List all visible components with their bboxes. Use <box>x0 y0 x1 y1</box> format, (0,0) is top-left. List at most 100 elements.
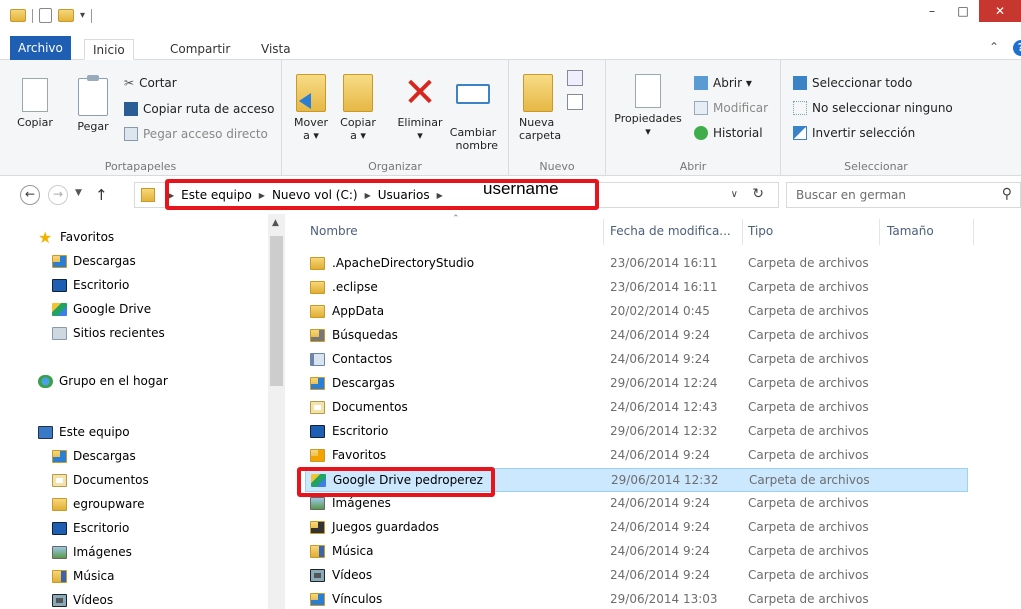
nav-item-videos[interactable]: Vídeos <box>52 593 113 607</box>
navpane-scrollbar[interactable]: ▲ <box>268 214 285 609</box>
minimize-button[interactable]: – <box>917 0 947 22</box>
column-header-fecha[interactable]: Fecha de modifica... <box>610 224 731 238</box>
copy-to-button[interactable]: Copiar a ▾ <box>336 74 380 142</box>
new-item-icon[interactable] <box>567 70 583 86</box>
nav-item-escritorio[interactable]: Escritorio <box>52 278 129 292</box>
file-row[interactable]: Descargas 29/06/2014 12:24 Carpeta de arch… <box>305 372 968 396</box>
fav-folder-icon <box>310 449 325 462</box>
rename-button[interactable]: Cambiar nombre <box>448 74 498 152</box>
search-box[interactable]: Buscar en german ⚲ <box>786 182 1021 208</box>
tab-inicio[interactable]: Inicio <box>84 39 134 60</box>
scrollbar-thumb[interactable] <box>270 236 283 386</box>
column-divider[interactable] <box>973 219 974 245</box>
column-header-tipo[interactable]: Tipo <box>748 224 773 238</box>
file-row[interactable]: Vínculos 29/06/2014 13:03 Carpeta de archi… <box>305 588 968 609</box>
open-button[interactable]: Abrir ▾ <box>694 76 752 90</box>
back-button[interactable]: ← <box>20 185 40 205</box>
paste-button[interactable]: Pegar <box>74 75 112 133</box>
ribbon-tabs: Archivo Inicio Compartir Vista ⌃ ? <box>0 36 1021 60</box>
column-divider[interactable] <box>603 219 604 245</box>
file-row[interactable]: Imágenes 24/06/2014 9:24 Carpeta de archiv… <box>305 492 968 516</box>
file-row[interactable]: Escritorio 29/06/2014 12:32 Carpeta de arc… <box>305 420 968 444</box>
paste-shortcut-label: Pegar acceso directo <box>143 127 268 141</box>
close-button[interactable]: ✕ <box>979 0 1021 22</box>
nav-item-descargas[interactable]: Descargas <box>52 254 136 268</box>
address-dropdown-icon[interactable]: ∨ <box>731 189 738 200</box>
nav-este-equipo[interactable]: Este equipo <box>38 425 130 439</box>
crumb-username[interactable]: username <box>483 179 559 199</box>
edit-label: Modificar <box>713 101 769 115</box>
easy-access-icon[interactable] <box>567 94 583 110</box>
nav-item-documentos[interactable]: Documentos <box>52 473 149 487</box>
nav-item-imagenes[interactable]: Imágenes <box>52 545 132 559</box>
nav-favoritos[interactable]: ★ Favoritos <box>38 229 114 245</box>
move-to-button[interactable]: Mover a ▾ <box>290 74 332 142</box>
new-folder-icon[interactable] <box>58 9 74 22</box>
file-row[interactable]: Google Drive pedroperez 29/06/2014 12:32 C… <box>305 468 968 492</box>
delete-button[interactable]: ✕ Eliminar ▾ <box>394 73 446 142</box>
tab-archivo[interactable]: Archivo <box>10 36 71 60</box>
google-drive-icon <box>52 302 67 316</box>
history-button[interactable]: Historial <box>694 126 763 140</box>
file-row[interactable]: Vídeos 24/06/2014 9:24 Carpeta de archivos <box>305 564 968 588</box>
file-row[interactable]: Contactos 24/06/2014 9:24 Carpeta de archi… <box>305 348 968 372</box>
file-date: 24/06/2014 9:24 <box>610 496 710 510</box>
edit-button[interactable]: Modificar <box>694 101 768 115</box>
file-row[interactable]: Favoritos 24/06/2014 9:24 Carpeta de archi… <box>305 444 968 468</box>
search-input[interactable]: Buscar en german <box>796 188 906 202</box>
column-divider[interactable] <box>879 219 880 245</box>
properties-icon[interactable] <box>39 8 52 23</box>
file-row[interactable]: Búsquedas 24/06/2014 9:24 Carpeta de archi… <box>305 324 968 348</box>
nav-item-sitios-recientes[interactable]: Sitios recientes <box>52 326 165 340</box>
tab-compartir[interactable]: Compartir <box>162 39 238 60</box>
nav-grupo-hogar[interactable]: Grupo en el hogar <box>38 374 168 388</box>
recent-locations-icon[interactable]: ▼ <box>75 188 82 198</box>
nav-item-google-drive[interactable]: Google Drive <box>52 302 151 316</box>
column-divider[interactable] <box>742 219 743 245</box>
select-none-button[interactable]: No seleccionar ninguno <box>793 101 953 115</box>
forward-button[interactable]: → <box>48 185 68 205</box>
column-header-nombre[interactable]: Nombre <box>310 224 358 238</box>
folder-icon <box>141 188 155 202</box>
pictures-icon <box>52 545 67 559</box>
select-all-button[interactable]: Seleccionar todo <box>793 76 912 90</box>
column-header-tamano[interactable]: Tamaño <box>887 224 934 238</box>
properties-button[interactable]: Propiedades ▾ <box>610 74 686 138</box>
copy-path-button[interactable]: Copiar ruta de acceso <box>124 102 275 116</box>
videos-icon <box>52 593 67 607</box>
file-row[interactable]: Documentos 24/06/2014 12:43 Carpeta de arc… <box>305 396 968 420</box>
maximize-button[interactable]: □ <box>948 0 978 22</box>
scroll-up-icon[interactable]: ▲ <box>272 218 279 228</box>
up-arrow-icon[interactable]: ↑ <box>95 186 108 204</box>
copy-button[interactable]: Copiar <box>16 78 54 129</box>
tab-vista[interactable]: Vista <box>253 39 299 60</box>
file-type: Carpeta de archivos <box>748 352 869 366</box>
file-row[interactable]: .eclipse 23/06/2014 16:11 Carpeta de archi… <box>305 276 968 300</box>
cut-button[interactable]: ✂ Cortar <box>124 76 177 90</box>
file-row[interactable]: AppData 20/02/2014 0:45 Carpeta de archivo… <box>305 300 968 324</box>
delete-label: Eliminar <box>397 116 443 129</box>
group-label-abrir: Abrir <box>679 160 707 173</box>
help-icon[interactable]: ? <box>1013 40 1021 56</box>
invert-selection-button[interactable]: Invertir selección <box>793 126 915 140</box>
customize-qa-icon[interactable]: ▾ <box>80 10 85 21</box>
search-icon[interactable]: ⚲ <box>1002 186 1012 202</box>
address-bar[interactable]: ▶ Este equipo ▶ Nuevo vol (C:) ▶ Usuario… <box>134 179 779 208</box>
paste-shortcut-button[interactable]: Pegar acceso directo <box>124 127 268 141</box>
file-row[interactable]: Juegos guardados 24/06/2014 9:24 Carpeta d… <box>305 516 968 540</box>
nav-item-musica[interactable]: Música <box>52 569 115 583</box>
file-date: 24/06/2014 9:24 <box>610 328 710 342</box>
nav-item-escritorio[interactable]: Escritorio <box>52 521 129 535</box>
refresh-icon[interactable]: ↻ <box>752 186 764 202</box>
ribbon-collapse-icon[interactable]: ⌃ <box>989 40 999 54</box>
file-name: Contactos <box>332 352 393 366</box>
file-row[interactable]: .ApacheDirectoryStudio 23/06/2014 16:11 Ca… <box>305 252 968 276</box>
nav-item-descargas[interactable]: Descargas <box>52 449 136 463</box>
nav-item-egroupware[interactable]: egroupware <box>52 497 144 511</box>
crumb-nuevo-vol[interactable]: Nuevo vol (C:) <box>272 188 358 202</box>
new-folder-button[interactable]: Nueva carpeta <box>519 74 561 142</box>
crumb-este-equipo[interactable]: Este equipo <box>181 188 252 202</box>
group-label-organizar: Organizar <box>368 160 422 173</box>
crumb-usuarios[interactable]: Usuarios <box>378 188 430 202</box>
file-row[interactable]: Música 24/06/2014 9:24 Carpeta de archivos <box>305 540 968 564</box>
